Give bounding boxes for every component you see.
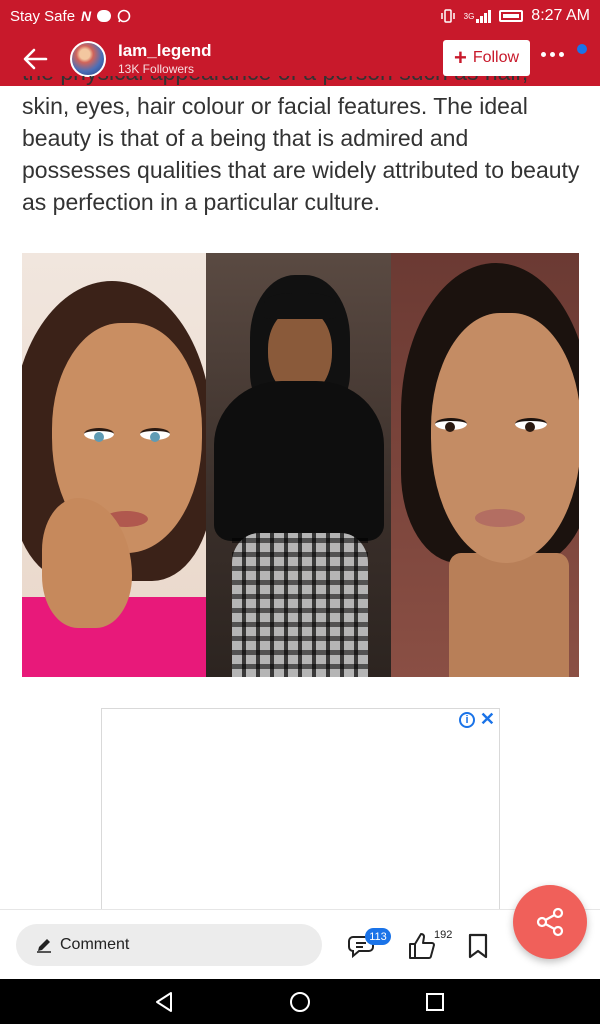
author-info[interactable]: Iam_legend 13K Followers [118,41,212,77]
author-followers: 13K Followers [118,62,195,76]
battery-charging-icon [499,10,524,22]
ad-container[interactable]: i ✕ [101,708,500,924]
share-icon [536,907,564,937]
notification-dot [577,44,587,54]
ad-info-icon[interactable]: i [459,712,475,728]
arrow-left-icon [23,48,48,70]
nav-recents-button[interactable] [405,979,465,1024]
system-nav-bar [0,979,600,1024]
chat-bubble-icon [97,10,112,22]
article-body: the physical appearance of a person such… [22,76,582,218]
status-time: 8:27 AM [531,7,590,24]
triangle-back-icon [156,991,172,1012]
circle-home-icon [290,991,310,1012]
comment-label: Comment [60,936,130,953]
share-button[interactable] [513,885,587,959]
author-name[interactable]: Iam_legend [118,41,212,61]
image-panel-right [391,253,579,677]
image-panel-left [22,253,206,677]
bookmark-button[interactable] [464,930,492,962]
like-count: 192 [434,929,453,941]
vibrate-icon [440,9,455,23]
more-horizontal-icon[interactable] [541,52,564,57]
nav-back-button[interactable] [134,979,194,1024]
status-bar: Stay Safe N 3G 8:27 AM [0,0,600,32]
pencil-icon [37,939,51,953]
network-type: 3G [463,12,475,21]
partial-text-line: the physical appearance of a person such… [22,76,582,88]
thumbs-up-icon [409,933,435,959]
notification-n-icon: N [81,8,92,24]
follow-button[interactable]: + Follow [443,40,530,76]
comment-count-badge: 113 [365,928,391,945]
bookmark-icon [468,933,488,959]
article-paragraph: skin, eyes, hair colour or facial featur… [22,93,580,215]
ad-close-icon[interactable]: ✕ [480,709,495,729]
carrier-text: Stay Safe [10,7,76,25]
screen: Stay Safe N 3G 8:27 AM Iam_legend 13K Fo… [0,0,600,1024]
plus-icon: + [453,45,467,70]
action-bar: Comment 113 192 [0,909,600,979]
nav-home-button[interactable] [270,979,330,1024]
image-panel-middle [206,253,391,677]
signal-icon [476,9,492,23]
author-avatar[interactable] [70,41,106,77]
follow-label: Follow [472,49,520,66]
article-image[interactable] [22,253,579,677]
comment-input-button[interactable]: Comment [16,924,322,966]
square-recents-icon [426,992,444,1011]
whatsapp-icon [117,9,131,23]
